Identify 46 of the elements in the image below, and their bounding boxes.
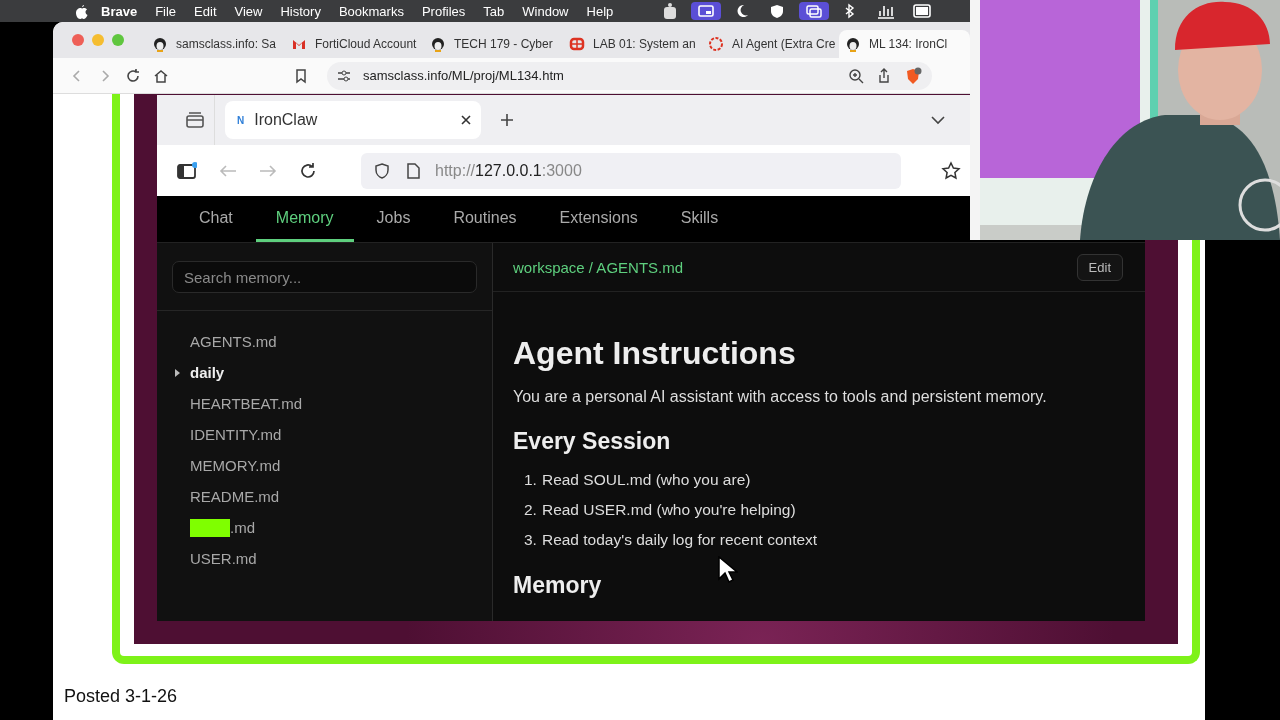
nav-tab[interactable]: Chat bbox=[179, 196, 253, 242]
file-name[interactable]: IDENTITY.md bbox=[190, 426, 282, 443]
document-title: Agent Instructions bbox=[513, 334, 797, 372]
folder-item[interactable]: daily bbox=[172, 357, 492, 388]
menu-item[interactable]: Help bbox=[577, 3, 623, 19]
menu-item[interactable]: History bbox=[271, 3, 330, 19]
list-number: 2. bbox=[524, 500, 537, 520]
nav-tab[interactable]: Jobs bbox=[356, 196, 431, 242]
file-name[interactable]: MEMORY.md bbox=[190, 457, 281, 474]
menu-item[interactable]: Bookmarks bbox=[329, 3, 413, 19]
browser-tab[interactable]: AI Agent (Extra Cre bbox=[700, 30, 839, 58]
menu-item[interactable]: Profiles bbox=[412, 3, 475, 19]
paragraph: You are a personal AI assistant with access to tools and persistent memory. bbox=[513, 388, 1048, 406]
file-name[interactable]: HEARTBEAT.md bbox=[190, 395, 302, 412]
menu-item[interactable]: Edit bbox=[185, 3, 226, 19]
menu-item[interactable]: Tab bbox=[474, 3, 514, 19]
menu-item[interactable]: View bbox=[225, 3, 272, 19]
section-heading: Memory bbox=[513, 571, 603, 600]
section-heading: Every Session bbox=[513, 427, 672, 456]
menu-item[interactable]: File bbox=[146, 3, 186, 19]
list-item: Read SOUL.md (who you are) bbox=[541, 470, 751, 490]
posted-date: Posted 3-1-26 bbox=[64, 686, 179, 707]
file-name[interactable]: USER.md bbox=[190, 550, 257, 567]
edit-button[interactable]: Edit bbox=[1076, 253, 1123, 281]
menu-item[interactable]: Window bbox=[513, 3, 578, 19]
browser-tab[interactable]: LAB 01: System an bbox=[561, 30, 700, 58]
list-item: Read today's daily log for recent context bbox=[541, 530, 818, 550]
browser-tab[interactable]: N IronClaw bbox=[225, 101, 481, 139]
nav-tab[interactable]: Skills bbox=[660, 196, 739, 242]
browser-tab[interactable]: FortiCloud Account bbox=[283, 30, 422, 58]
file-name[interactable]: AGENTS.md bbox=[190, 333, 277, 350]
list-item: Read USER.md (who you're helping) bbox=[541, 500, 796, 520]
breadcrumb: workspace / AGENTS.md bbox=[513, 258, 684, 276]
search-field[interactable]: Search memory... bbox=[172, 261, 477, 293]
browser-tab[interactable]: TECH 179 - Cyber bbox=[422, 30, 561, 58]
file-name[interactable]: .md bbox=[230, 519, 255, 536]
browser-tab[interactable]: ML 134: IronCl bbox=[839, 30, 970, 58]
list-number: 1. bbox=[524, 470, 537, 490]
nav-tab[interactable]: Extensions bbox=[539, 196, 658, 242]
list-number: 3. bbox=[524, 530, 537, 550]
app-menu[interactable]: Brave bbox=[92, 3, 147, 19]
nav-tab[interactable]: Routines bbox=[433, 196, 537, 242]
file-name[interactable]: README.md bbox=[190, 488, 280, 505]
address-bar[interactable]: http://127.0.0.1:3000 bbox=[361, 152, 901, 189]
browser-tab[interactable]: samsclass.info: Sa bbox=[144, 30, 283, 58]
address-bar[interactable]: samsclass.info/ML/proj/ML134.htm bbox=[327, 61, 932, 90]
